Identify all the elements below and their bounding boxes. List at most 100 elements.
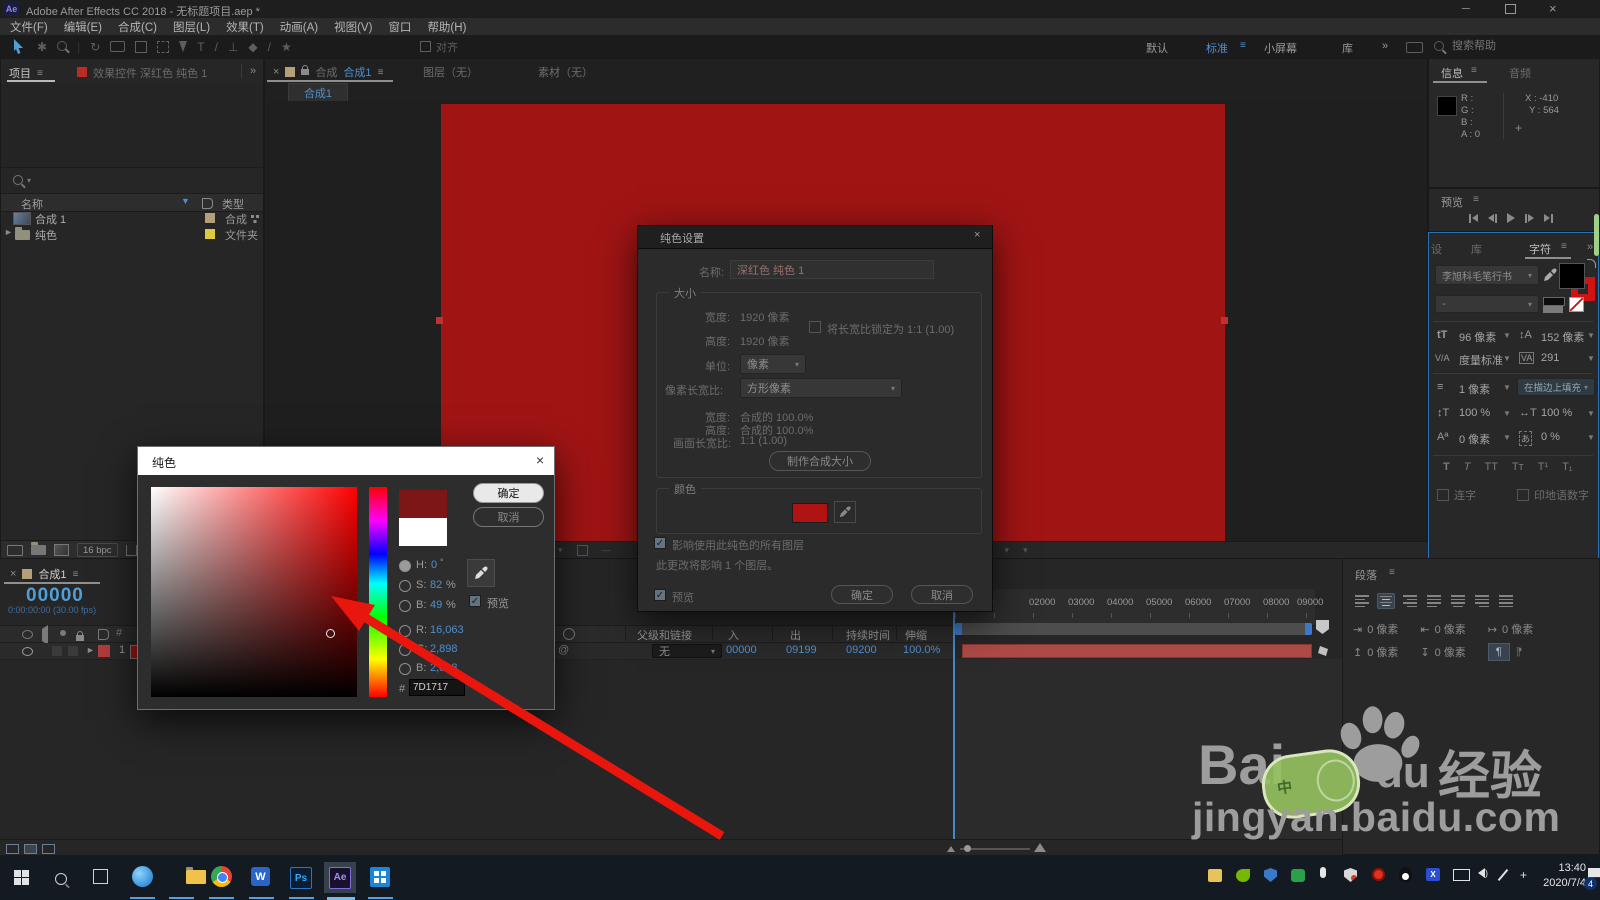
make-comp-size-button[interactable]: 制作合成大小 [769,451,871,471]
timeline-panel-menu-icon[interactable]: ≡ [73,569,79,580]
rotation-tool-icon[interactable]: ↻ [90,40,100,54]
flowchart-icon[interactable] [251,215,254,218]
pickwhip-icon[interactable]: @ [558,644,569,656]
graph-editor-toggle-icon[interactable] [42,844,55,854]
info-panel-menu-icon[interactable]: ≡ [1471,65,1477,76]
layer-label-swatch[interactable] [98,645,110,657]
superscript-icon[interactable]: T¹ [1538,461,1548,473]
layer-duration-bar[interactable] [962,644,1312,658]
font-size-menu-icon[interactable]: ▼ [1503,331,1511,340]
trash-icon[interactable] [125,544,137,556]
red-radio[interactable] [399,625,411,637]
name-input[interactable]: 深红色 纯色 1 [730,260,934,279]
lock-icon[interactable] [301,65,310,75]
tab-audio[interactable]: 音频 [1509,65,1531,81]
tray-record-icon[interactable] [1372,868,1385,881]
vertical-scale-menu-icon[interactable]: ▼ [1503,409,1511,418]
grid-options-icon[interactable] [576,544,588,556]
tray-shield-icon[interactable] [1264,868,1277,882]
stroke-width-menu-icon[interactable]: ▼ [1503,383,1511,392]
close-tab-icon[interactable]: × [10,568,16,580]
tray-green-app-icon[interactable] [1291,869,1305,882]
label-swatch[interactable] [205,213,215,223]
workspace-overflow-icon[interactable]: » [1382,40,1388,52]
column-parent-link[interactable]: 父级和链接 [637,627,692,643]
sync-settings-icon[interactable] [1406,42,1423,53]
expand-layers-toggle-icon[interactable] [6,844,19,854]
justify-all-button[interactable] [1497,593,1515,609]
timeline-zoom-slider[interactable] [960,845,1030,852]
playhead-line[interactable] [953,585,955,839]
width-value[interactable]: 1920 像素 [740,309,790,325]
work-area-bar[interactable] [955,623,1312,635]
paragraph-panel-menu-icon[interactable]: ≡ [1389,567,1395,578]
kerning-value[interactable]: 度量标准 [1459,352,1503,368]
tab-library[interactable]: 库 [1471,241,1482,257]
hex-input[interactable] [409,679,465,696]
workspace-standard-menu-icon[interactable]: ≡ [1240,40,1246,51]
selection-tool-icon[interactable] [12,39,25,57]
viewer-panel-menu-icon[interactable]: ≡ [378,67,384,78]
picker-eyedropper-button[interactable] [467,559,495,587]
resolution-menu-icon[interactable]: ▾ [1023,545,1028,556]
layer-stretch-value[interactable]: 100.0% [903,644,940,656]
close-button[interactable]: × [1549,1,1557,16]
label-column-icon[interactable] [202,198,213,209]
project-item-name[interactable]: 合成 1 [35,211,66,227]
brush-tool-icon[interactable]: / [215,40,218,54]
menu-animation[interactable]: 动画(A) [280,19,318,35]
justify-last-center-button[interactable] [1449,593,1467,609]
justify-last-right-button[interactable] [1473,593,1491,609]
puppet-pin-tool-icon[interactable]: ★ [281,40,292,54]
align-checkbox[interactable] [420,41,431,52]
tray-qq-icon[interactable] [1399,867,1412,882]
help-search-input[interactable] [1450,39,1564,53]
leading-menu-icon[interactable]: ▼ [1587,331,1595,340]
settings-ok-button[interactable]: 确定 [831,585,893,604]
tray-home-icon[interactable] [1208,869,1222,882]
hue-radio[interactable] [399,560,411,572]
text-direction-rtl-button[interactable]: ¶ [1516,646,1522,658]
tray-microphone-icon[interactable] [1320,867,1326,878]
workspace-small-screen[interactable]: 小屏幕 [1264,40,1297,56]
tab-footage[interactable]: 素材（无） [538,64,593,80]
camera-menu-icon[interactable]: ▾ [1005,545,1010,556]
last-frame-button[interactable] [1544,213,1553,223]
tray-pen-icon[interactable] [1497,868,1509,882]
blue-radio[interactable] [399,663,411,675]
swap-fill-stroke-icon[interactable] [1587,259,1596,268]
tray-defender-alert-icon[interactable] [1344,868,1357,882]
space-before-value[interactable]: 0 像素 [1367,644,1398,660]
font-family-dropdown[interactable]: 李旭科毛笔行书 ▾ [1435,265,1539,285]
affect-all-checkbox[interactable]: ✓ [654,537,666,549]
minimize-button[interactable]: ─ [1462,3,1470,15]
time-ruler[interactable]: 00 02000 03000 04000 05000 06000 07000 0… [955,589,1323,626]
layer-bar-end-icon[interactable] [1318,646,1328,656]
layer-handle[interactable] [436,317,443,324]
close-tab-icon[interactable]: × [273,66,279,78]
tab-project[interactable]: 项目 [9,65,31,81]
menu-edit[interactable]: 编辑(E) [64,19,102,35]
baseline-shift-menu-icon[interactable]: ▼ [1503,433,1511,442]
zoom-slider-knob[interactable] [964,845,971,852]
camera-tool-icon[interactable] [110,41,126,52]
mask-shape-tool-icon[interactable] [157,40,170,53]
text-direction-ltr-button[interactable]: ¶ [1487,643,1510,661]
work-area-start-handle[interactable] [955,623,962,635]
text-eyedropper-icon[interactable] [1543,268,1557,285]
roto-brush-tool-icon[interactable]: / [268,40,271,54]
character-panel-menu-icon[interactable]: ≡ [1561,241,1567,252]
workspace-library[interactable]: 库 [1342,40,1353,56]
blue-value[interactable]: 2,898 [430,662,458,674]
eraser-tool-icon[interactable]: ◆ [248,40,257,54]
height-value[interactable]: 1920 像素 [740,333,790,349]
settings-cancel-button[interactable]: 取消 [911,585,973,604]
hue-slider[interactable] [369,487,387,697]
tsume-menu-icon[interactable]: ▼ [1587,433,1595,442]
ligatures-checkbox[interactable] [1437,489,1449,501]
project-panel-menu-icon[interactable]: ≡ [37,68,43,79]
tab-paragraph[interactable]: 段落 [1355,567,1377,583]
panel-overflow-icon[interactable]: » [1587,241,1593,253]
menu-window[interactable]: 窗口 [388,19,411,35]
next-frame-button[interactable] [1525,213,1534,223]
